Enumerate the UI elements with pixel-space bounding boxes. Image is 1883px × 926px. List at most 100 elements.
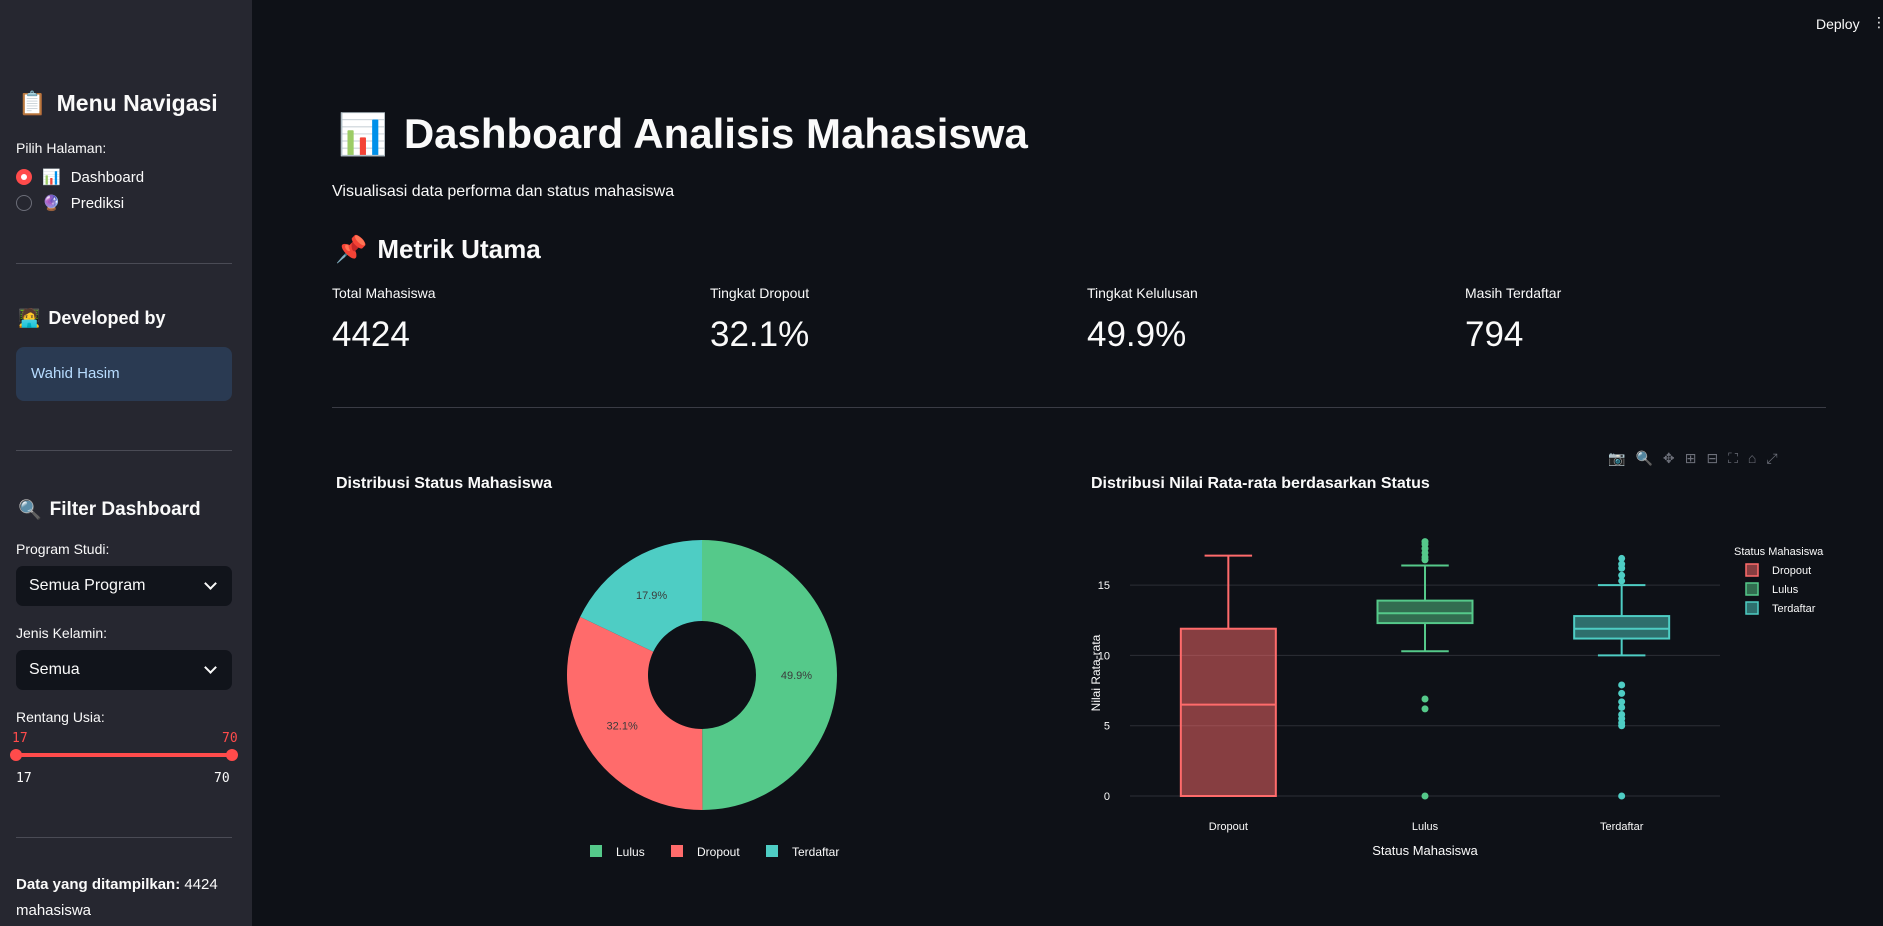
page-subtitle: Visualisasi data performa dan status mah… [332,183,675,200]
metric-label: Masih Terdaftar [1465,285,1562,301]
metric-total: Total Mahasiswa 4424 [332,285,436,355]
metric-label: Tingkat Dropout [710,285,810,301]
legend-swatch[interactable] [1745,582,1759,596]
metric-label: Tingkat Kelulusan [1087,285,1198,301]
chevron-down-icon [204,661,217,674]
gender-select[interactable]: Semua [16,650,232,690]
y-tick-label: 0 [1104,791,1110,803]
y-axis-label: Nilai Rata-rata [1089,634,1103,711]
x-axis-label: Status Mahasiswa [1372,843,1478,858]
box-lulus[interactable] [1376,538,1474,800]
box-terdaftar[interactable] [1573,554,1671,800]
x-tick-label: Dropout [1209,821,1248,833]
metric-value: 49.9% [1087,315,1187,354]
outlier-point[interactable] [1618,710,1626,718]
outlier-point[interactable] [1618,571,1626,579]
radio-prediksi-label: Prediksi [70,194,125,212]
age-range-max: 70 [214,771,230,786]
camera-icon[interactable]: 📷 [1608,450,1625,467]
legend-title: Status Mahasiswa [1734,546,1824,558]
pan-icon[interactable]: ✥ [1663,450,1675,467]
autoscale-icon[interactable]: ⛶ [1728,450,1738,467]
outlier-point[interactable] [1421,792,1429,800]
zoom-in-icon[interactable]: ⊞ [1685,450,1697,467]
legend-label[interactable]: Terdaftar [792,845,839,859]
bar-chart-icon: 📊 [338,112,388,157]
gender-select-value: Semua [29,661,80,678]
home-icon[interactable]: ⌂ [1748,450,1756,467]
box-iqr [1376,599,1474,625]
developer-name-box: Wahid Hasim [16,347,232,401]
age-slider-thumb-max[interactable] [226,749,238,761]
radio-prediksi[interactable]: 🔮 Prediksi [16,194,124,212]
outlier-point[interactable] [1618,698,1626,706]
outlier-point[interactable] [1618,681,1626,689]
page-title: 📊 Dashboard Analisis Mahasiswa [338,110,1028,158]
program-select[interactable]: Semua Program [16,566,232,606]
main-menu-icon[interactable]: ⋮ [1872,14,1883,31]
legend-label[interactable]: Lulus [1772,584,1799,596]
radio-dashboard-label: Dashboard [70,168,145,186]
metric-graduation: Tingkat Kelulusan 49.9% [1087,285,1198,355]
legend-swatch[interactable] [1745,563,1759,577]
legend-label[interactable]: Lulus [616,845,645,859]
donut-slice-lulus[interactable] [702,540,837,810]
bar-chart-icon: 📊 [42,169,61,186]
box-dropout[interactable] [1179,554,1277,797]
metrics-title: 📌 Metrik Utama [335,234,541,265]
legend-label[interactable]: Dropout [697,845,740,859]
pushpin-icon: 📌 [335,234,368,264]
sidebar-divider [16,837,232,838]
developed-by-title: 🧑‍💻 Developed by [18,308,165,329]
zoom-icon[interactable]: 🔍 [1635,450,1652,467]
age-label: Rentang Usia: [16,709,105,725]
radio-dashboard[interactable]: 📊 Dashboard [16,168,144,186]
data-count-text: Data yang ditampilkan: 4424 mahasiswa [16,872,236,924]
gender-label: Jenis Kelamin: [16,625,108,641]
clipboard-icon: 📋 [18,90,47,116]
legend-label[interactable]: Terdaftar [1772,603,1816,615]
legend-swatch[interactable] [1745,601,1759,615]
outlier-point[interactable] [1618,792,1626,800]
donut-slice-dropout[interactable] [567,616,703,810]
legend-swatch[interactable] [766,845,778,857]
donut-slice-label: 17.9% [636,590,667,602]
age-slider-thumb-min[interactable] [10,749,22,761]
metric-value: 794 [1465,315,1524,354]
page-title-text: Dashboard Analisis Mahasiswa [403,110,1028,157]
filter-title-text: Filter Dashboard [49,499,201,520]
age-slider-track[interactable] [16,753,232,757]
developed-by-title-text: Developed by [48,308,166,328]
donut-chart-title: Distribusi Status Mahasiswa [336,475,553,492]
main-divider [332,407,1826,408]
age-range-min: 17 [16,771,32,786]
chevron-down-icon [204,577,217,590]
metric-value: 4424 [332,315,410,354]
metrics-title-text: Metrik Utama [377,234,541,264]
x-tick-label: Terdaftar [1600,821,1644,833]
age-thumb-value-max: 70 [222,731,238,746]
crystal-ball-icon: 🔮 [42,195,61,212]
page-select-label: Pilih Halaman: [16,140,107,156]
x-tick-label: Lulus [1412,821,1439,833]
fullscreen-icon[interactable]: ⤢ [1766,450,1777,467]
sidebar-divider [16,263,232,264]
outlier-point[interactable] [1421,695,1429,703]
legend-swatch[interactable] [671,845,683,857]
zoom-out-icon[interactable]: ⊟ [1706,450,1718,467]
legend-label[interactable]: Dropout [1772,565,1811,577]
donut-chart: 49.9% 32.1% 17.9% Lulus Dropout Terdaftar [567,540,839,859]
data-count-label: Data yang ditampilkan: [16,876,181,893]
box-chart-title: Distribusi Nilai Rata-rata berdasarkan S… [1091,475,1430,492]
program-label: Program Studi: [16,541,110,557]
metric-label: Total Mahasiswa [332,285,436,301]
legend-swatch[interactable] [590,845,602,857]
age-thumb-value-min: 17 [12,731,28,746]
outlier-point[interactable] [1618,554,1626,562]
outlier-point[interactable] [1421,705,1429,713]
deploy-button[interactable]: Deploy [1816,16,1860,32]
outlier-point[interactable] [1421,538,1429,546]
developer-icon: 🧑‍💻 [18,308,41,328]
outlier-point[interactable] [1618,689,1626,697]
donut-slice-label: 32.1% [607,721,638,733]
